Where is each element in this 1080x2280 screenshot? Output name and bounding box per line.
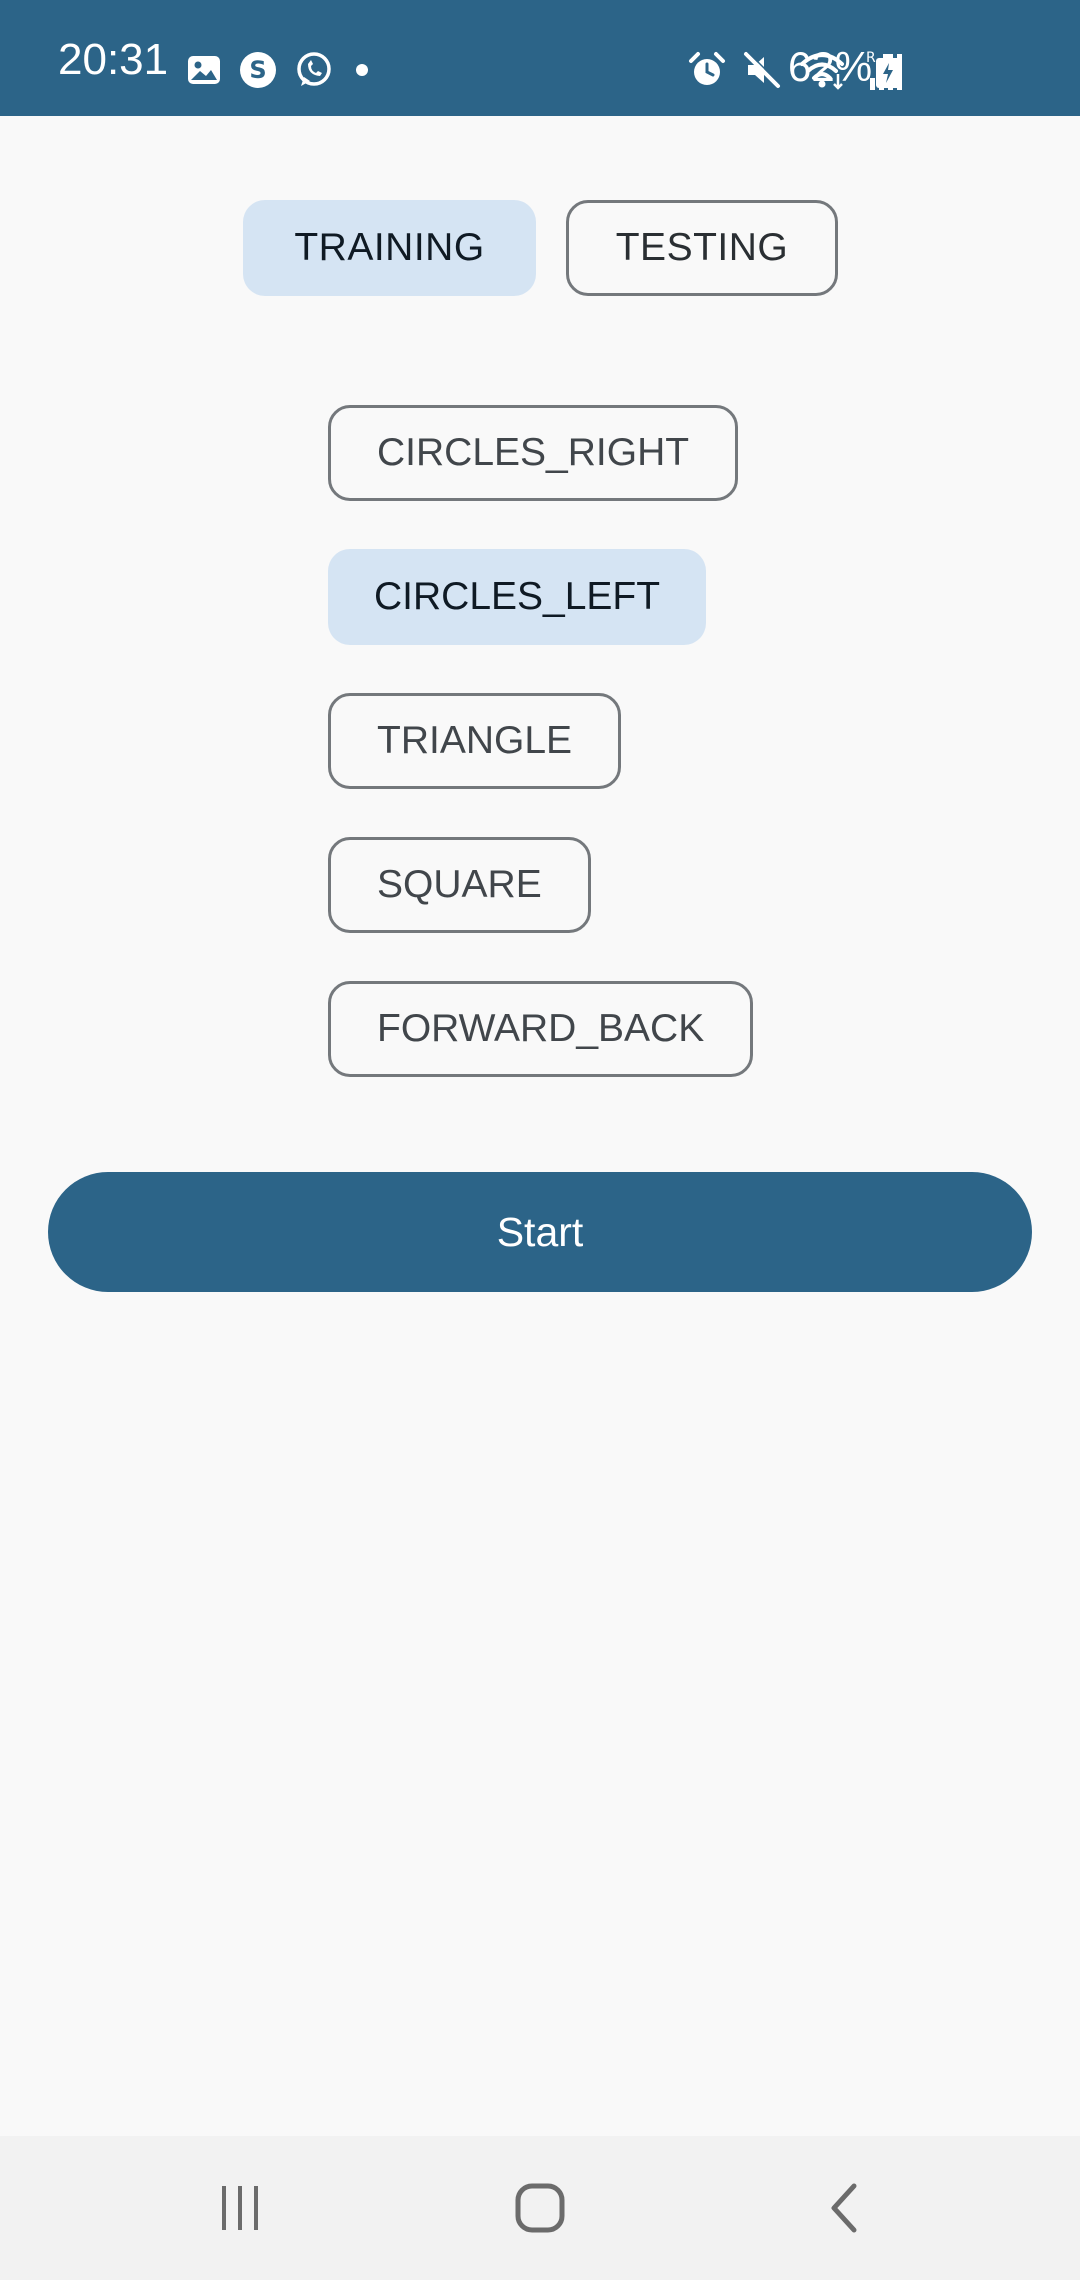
start-button-label: Start	[496, 1208, 584, 1255]
shape-option-circles-right[interactable]: CIRCLES_RIGHT	[328, 405, 739, 501]
shape-option-label: SQUARE	[377, 863, 542, 906]
notification-dot-icon	[350, 58, 374, 82]
navigation-bar	[0, 2136, 1080, 2280]
whatsapp-icon	[294, 50, 334, 90]
shape-option-label: FORWARD_BACK	[377, 1007, 705, 1050]
shape-option-label: CIRCLES_LEFT	[374, 575, 661, 618]
shape-option-label: CIRCLES_RIGHT	[377, 431, 690, 474]
status-time: 20:31	[58, 35, 169, 84]
back-icon	[824, 2182, 864, 2234]
battery-percent: 62%	[788, 43, 873, 90]
shape-option-triangle[interactable]: TRIANGLE	[328, 693, 622, 789]
training-mode-label: TRAINING	[294, 226, 485, 269]
alarm-icon	[688, 51, 726, 89]
skype-icon: S	[238, 50, 278, 90]
shape-option-square[interactable]: SQUARE	[328, 837, 591, 933]
recent-apps-button[interactable]	[180, 2136, 300, 2280]
testing-mode-label: TESTING	[615, 226, 789, 269]
training-mode-button[interactable]: TRAINING	[243, 200, 536, 296]
gallery-icon	[186, 52, 222, 88]
shape-option-forward-back[interactable]: FORWARD_BACK	[328, 981, 754, 1077]
start-button[interactable]: Start	[48, 1172, 1032, 1292]
svg-text:S: S	[249, 56, 266, 84]
back-button[interactable]	[784, 2136, 904, 2280]
recent-apps-icon	[216, 2184, 264, 2232]
status-bar: 20:31 S R 62%	[0, 0, 1080, 116]
mute-icon	[742, 50, 782, 90]
home-button[interactable]	[480, 2136, 600, 2280]
testing-mode-button[interactable]: TESTING	[566, 200, 838, 296]
status-icons-left: S	[186, 50, 374, 90]
shape-option-label: TRIANGLE	[377, 719, 573, 762]
shape-option-circles-left[interactable]: CIRCLES_LEFT	[328, 549, 707, 645]
home-icon	[514, 2182, 566, 2234]
battery-charging-icon	[874, 54, 902, 88]
